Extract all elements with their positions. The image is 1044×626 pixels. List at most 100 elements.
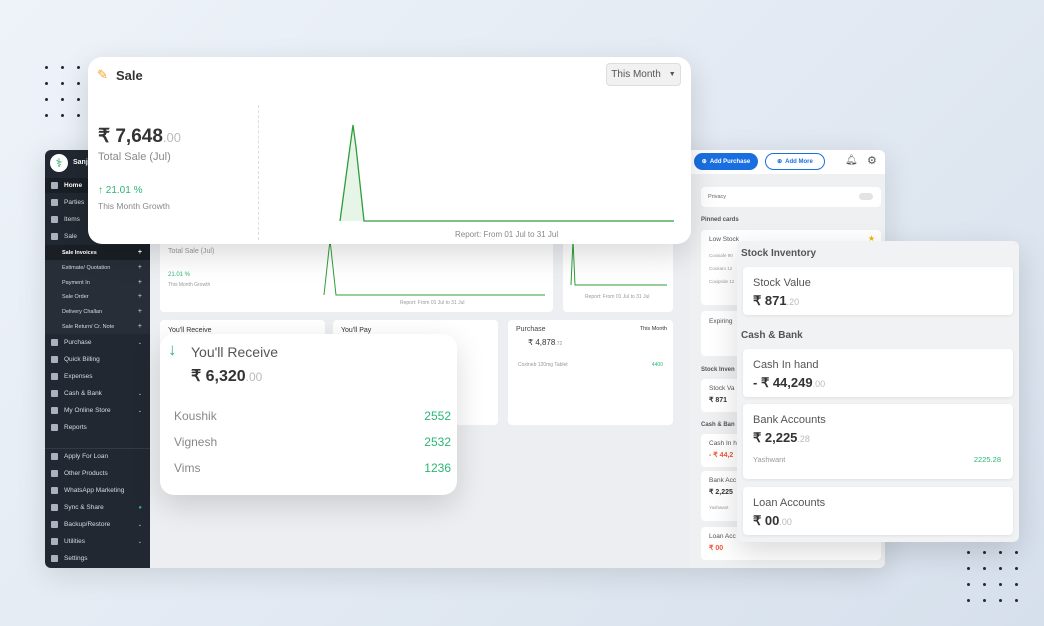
sidebar-item-cash-bank[interactable]: Cash & Bank ⌄ bbox=[45, 386, 150, 401]
bg-purchase-chart-card: Report: From 01 Jul to 31 Jul bbox=[563, 240, 673, 312]
dot bbox=[45, 82, 48, 85]
growth-label: This Month Growth bbox=[98, 201, 170, 211]
plus-icon[interactable]: + bbox=[138, 293, 142, 300]
purchase-period-dropdown[interactable]: This Month bbox=[640, 326, 667, 332]
purchase-title: Purchase bbox=[516, 326, 546, 333]
party-amount: 2532 bbox=[424, 435, 451, 449]
bg-chart bbox=[570, 240, 667, 286]
sidebar-item-purchase[interactable]: Purchase ⌄ bbox=[45, 335, 150, 350]
plus-icon[interactable]: + bbox=[138, 249, 142, 256]
plus-icon[interactable]: + bbox=[138, 308, 142, 315]
wrench-icon bbox=[51, 538, 58, 545]
chevron-down-icon: ⌄ bbox=[137, 521, 142, 528]
sidebar-item-sale-return-cr-note[interactable]: Sale Return/ Cr. Note + bbox=[45, 319, 150, 334]
sale-chart bbox=[339, 124, 674, 222]
sidebar-item-label: Estimate/ Quotation bbox=[62, 264, 111, 271]
sidebar-item-estimate-quotation[interactable]: Estimate/ Quotation + bbox=[45, 260, 150, 275]
sidebar-item-sync-share[interactable]: Sync & Share ● bbox=[45, 500, 150, 515]
list-item[interactable]: Koushik 2552 bbox=[174, 409, 451, 425]
sale-amount-dec: .00 bbox=[162, 130, 181, 145]
sale-report: Report: From 01 Jul to 31 Jul bbox=[455, 230, 559, 239]
value: ₹ 871 bbox=[709, 397, 728, 404]
party-name: Vims bbox=[174, 461, 201, 475]
plus-icon: ⊕ bbox=[777, 159, 783, 165]
home-icon bbox=[51, 182, 58, 189]
sidebar-item-label: Quick Billing bbox=[64, 356, 100, 363]
sidebar-item-apply-for-loan[interactable]: Apply For Loan bbox=[45, 449, 150, 464]
cash-bank-title: Cash & Ban bbox=[701, 422, 735, 428]
sidebar-item-label: Reports bbox=[64, 424, 87, 431]
status-dot-icon: ● bbox=[138, 504, 142, 511]
add-more-button[interactable]: ⊕ Add More bbox=[765, 153, 825, 170]
label: Stock Va bbox=[709, 385, 735, 392]
pinned-title: Pinned cards bbox=[701, 217, 739, 223]
sidebar-item-label: Items bbox=[64, 216, 80, 223]
sidebar-item-label: Sale Return/ Cr. Note bbox=[62, 323, 115, 330]
stock-value-dec: .20 bbox=[786, 297, 800, 307]
add-more-label: Add More bbox=[785, 158, 813, 165]
plus-icon[interactable]: + bbox=[138, 264, 142, 271]
expiring-title: Expiring bbox=[709, 318, 733, 325]
chevron-down-icon: ⌄ bbox=[137, 407, 142, 414]
sale-amount: ₹ 7,648 bbox=[98, 126, 163, 147]
cash-label: Cash In hand bbox=[753, 359, 819, 371]
sidebar-item-label: Sync & Share bbox=[64, 504, 104, 511]
bank-name: Yashwant bbox=[709, 505, 729, 510]
sidebar-item-whatsapp-marketing[interactable]: WhatsApp Marketing bbox=[45, 483, 150, 498]
sidebar-item-sale-invoices[interactable]: Sale Invoices + bbox=[45, 245, 150, 260]
sidebar-item-payment-in[interactable]: Payment In + bbox=[45, 275, 150, 290]
dot bbox=[45, 114, 48, 117]
bg-receive-title: You'll Receive bbox=[168, 327, 212, 334]
divider bbox=[258, 105, 259, 240]
dot bbox=[61, 66, 64, 69]
list-item[interactable]: Vims 1236 bbox=[174, 461, 451, 477]
arrow-up-icon: ↑ bbox=[98, 185, 103, 196]
dot bbox=[999, 583, 1002, 586]
label: Cash In h bbox=[709, 440, 737, 447]
privacy-toggle[interactable] bbox=[859, 193, 873, 200]
sale-title: Sale bbox=[116, 68, 143, 83]
sidebar-item-backup-restore[interactable]: Backup/Restore ⌄ bbox=[45, 517, 150, 532]
sidebar-item-reports[interactable]: Reports bbox=[45, 420, 150, 435]
sidebar-item-my-online-store[interactable]: My Online Store ⌄ bbox=[45, 403, 150, 418]
bank-icon bbox=[51, 390, 58, 397]
sale-subtitle: Total Sale (Jul) bbox=[98, 151, 171, 163]
add-purchase-button[interactable]: ⊕ Add Purchase bbox=[694, 153, 758, 170]
bank-accounts-card: Bank Accounts ₹ 2,225.28 Yashwant 2225.2… bbox=[743, 404, 1013, 479]
sidebar-item-sale-order[interactable]: Sale Order + bbox=[45, 289, 150, 304]
stock-value: ₹ 871 bbox=[753, 293, 787, 308]
purchase-amount: ₹ 4,878 bbox=[528, 338, 556, 347]
dot bbox=[77, 82, 80, 85]
sidebar-item-other-products[interactable]: Other Products bbox=[45, 466, 150, 481]
loan-value: ₹ 00 bbox=[753, 513, 780, 528]
sidebar-item-utilities[interactable]: Utilities ⌄ bbox=[45, 534, 150, 549]
sidebar-item-quick-billing[interactable]: Quick Billing bbox=[45, 352, 150, 367]
receive-card: ↓ You'll Receive ₹ 6,320.00 Koushik 2552 V… bbox=[160, 334, 457, 495]
bank-value: ₹ 2,225 bbox=[753, 430, 798, 445]
sidebar-item-label: Utilities bbox=[64, 538, 85, 545]
low-item: Coxiraro 12 bbox=[709, 266, 733, 271]
sidebar-item-expenses[interactable]: Expenses bbox=[45, 369, 150, 384]
arrow-down-icon: ↓ bbox=[168, 340, 177, 359]
sidebar-item-label: Sale bbox=[64, 233, 78, 240]
sidebar-item-settings[interactable]: Settings bbox=[45, 551, 150, 566]
sidebar-item-label: Other Products bbox=[64, 470, 108, 477]
period-dropdown[interactable]: This Month ▼ bbox=[606, 63, 681, 86]
sidebar-item-label: Cash & Bank bbox=[64, 390, 102, 397]
sidebar-item-delivery-challan[interactable]: Delivery Challan + bbox=[45, 304, 150, 319]
sidebar-item-label: Parties bbox=[64, 199, 85, 206]
cash-value: - ₹ 44,249 bbox=[753, 375, 813, 390]
sidebar-item-label: WhatsApp Marketing bbox=[64, 487, 125, 494]
low-stock-title: Low Stock bbox=[709, 236, 739, 243]
dot bbox=[999, 567, 1002, 570]
receive-dec: .00 bbox=[245, 370, 263, 384]
list-item[interactable]: Vignesh 2532 bbox=[174, 435, 451, 451]
gear-icon[interactable]: ⚙ bbox=[867, 154, 877, 167]
bg-purchase-card: Purchase This Month ₹ 4,878.72 Coxineb 1… bbox=[508, 320, 673, 425]
sidebar-item-label: My Online Store bbox=[64, 407, 111, 414]
plus-icon[interactable]: + bbox=[138, 279, 142, 286]
bell-icon[interactable]: 🔔︎ bbox=[845, 155, 858, 166]
billing-icon bbox=[51, 356, 58, 363]
plus-icon[interactable]: + bbox=[138, 323, 142, 330]
bg-total-sale: Total Sale (Jul) bbox=[168, 248, 215, 255]
